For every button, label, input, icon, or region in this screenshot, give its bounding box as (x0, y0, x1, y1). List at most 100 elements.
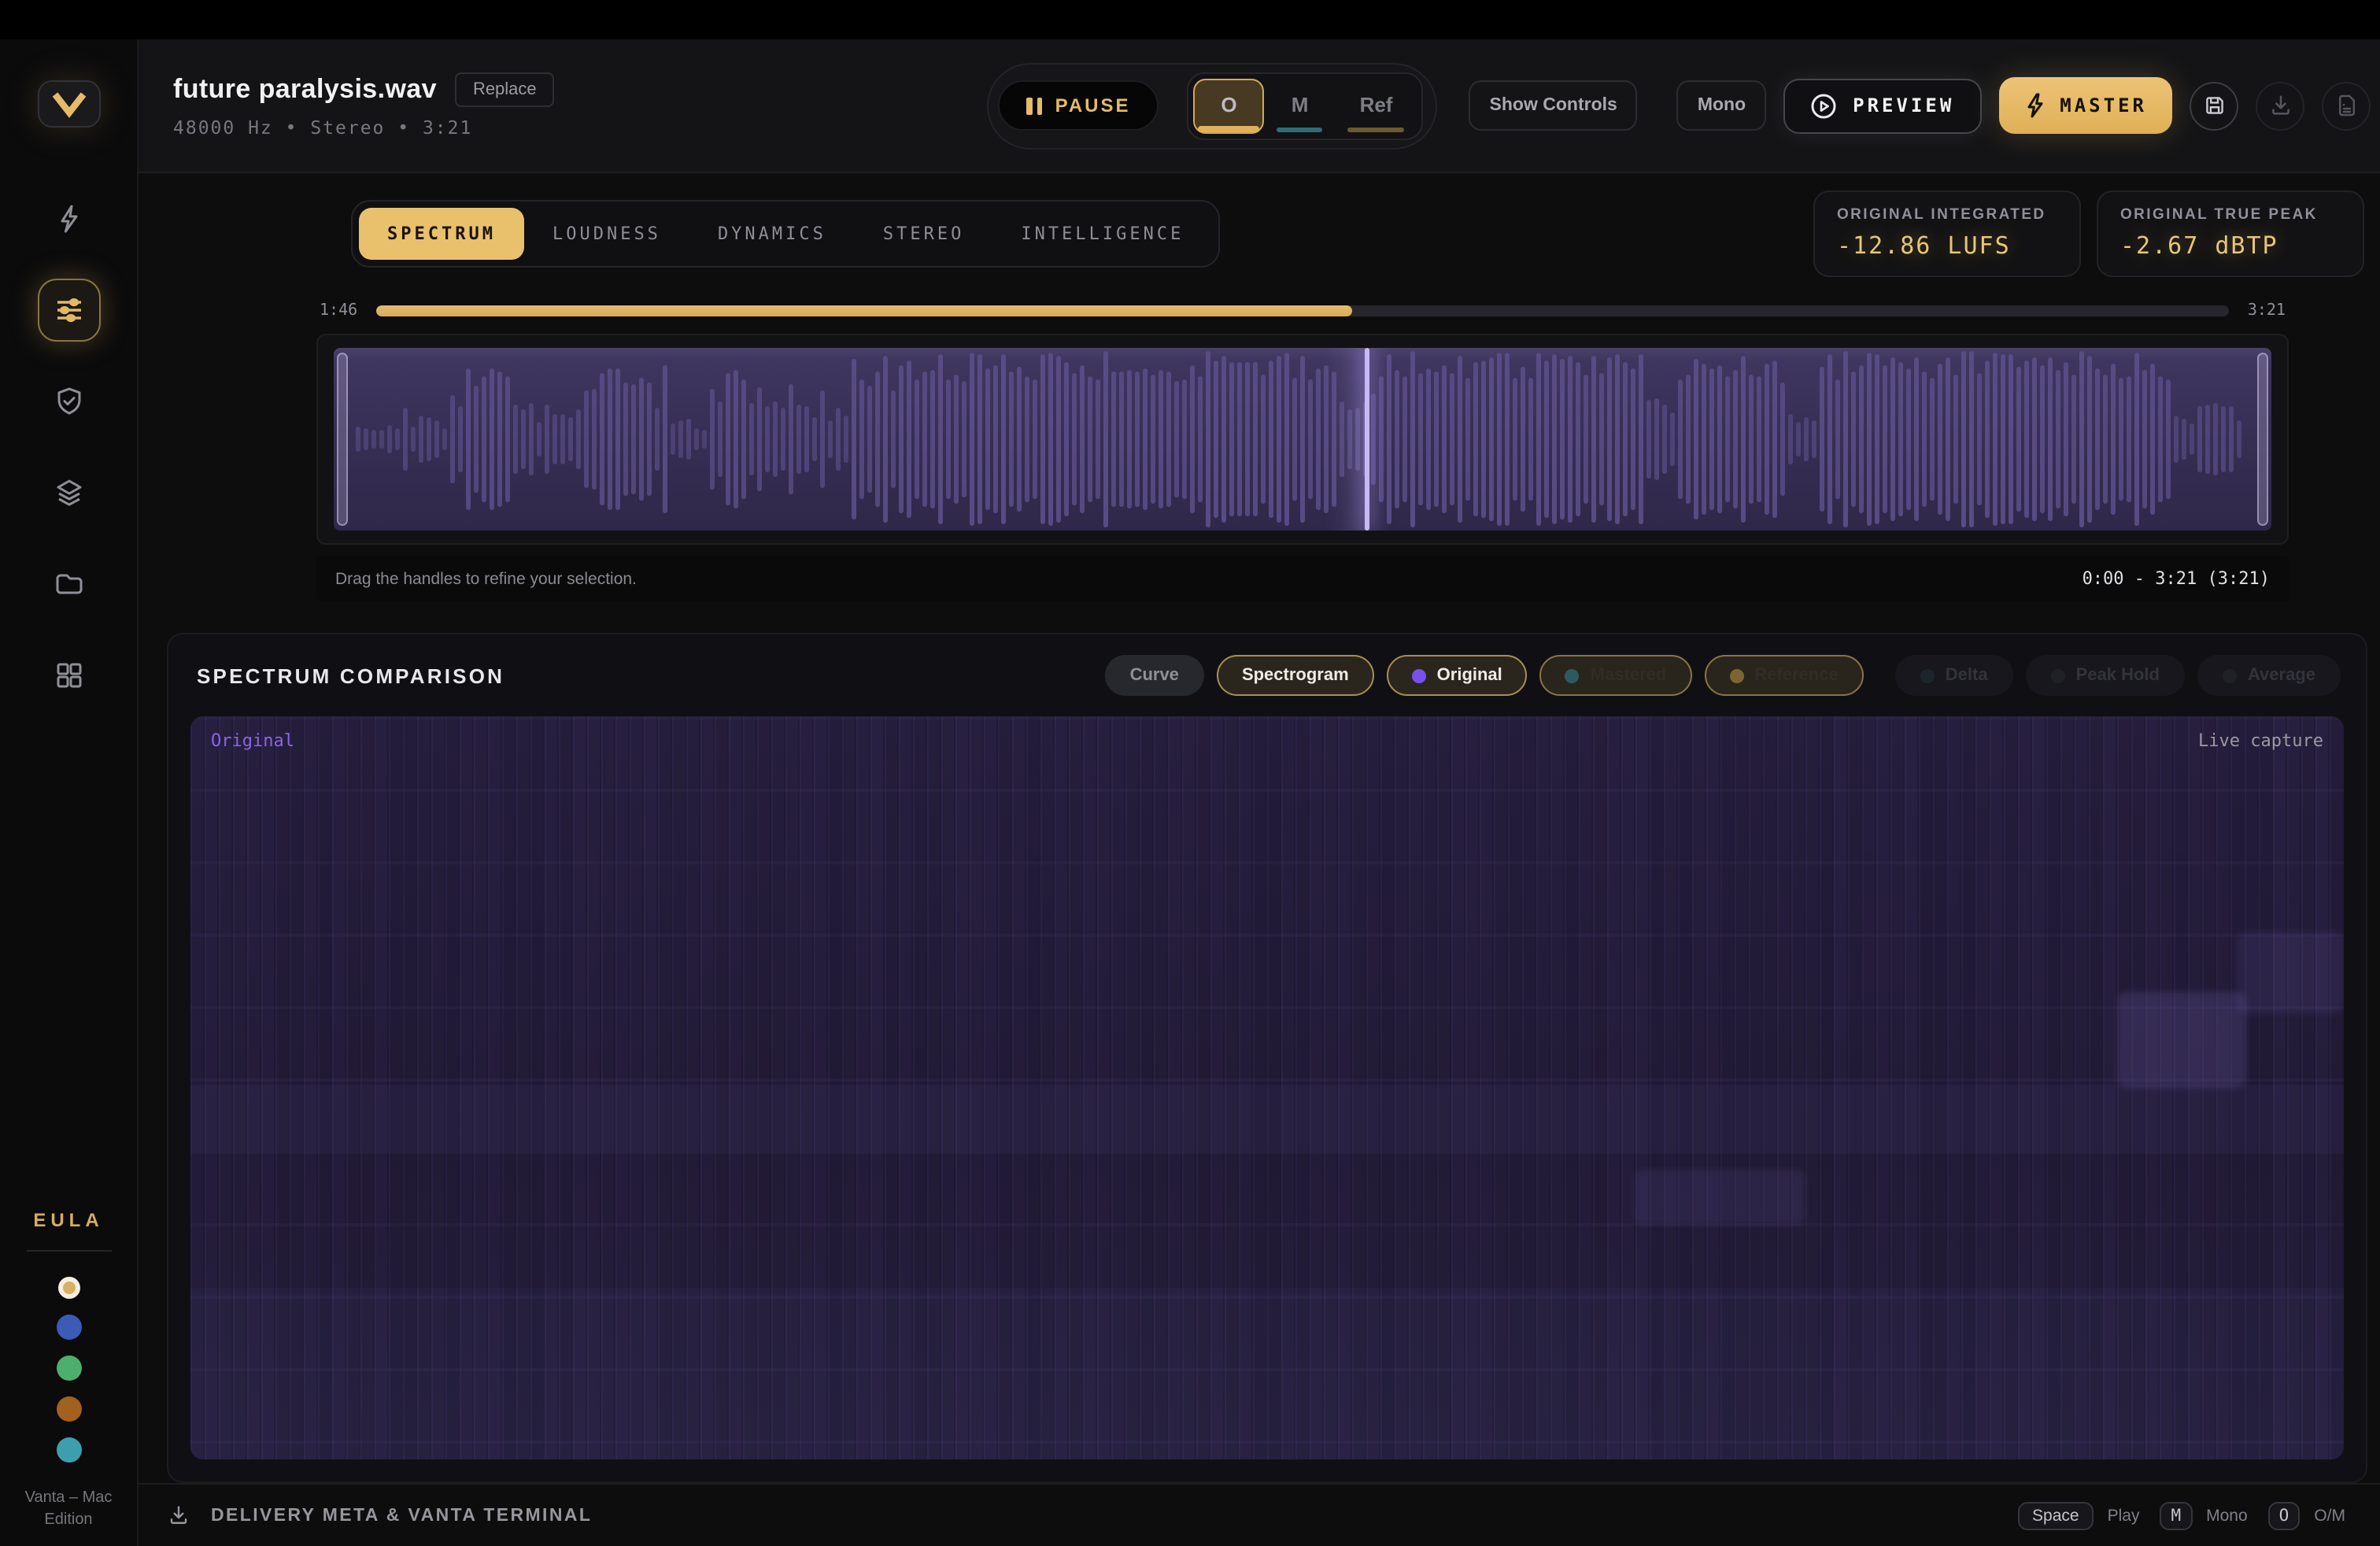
sidebar-item-license[interactable] (37, 370, 100, 433)
overlay-delta-chip[interactable]: Delta (1895, 655, 2013, 696)
spectrogram-display: Original Live capture (190, 716, 2344, 1459)
sidebar-item-modules[interactable] (37, 644, 100, 707)
timeline: 1:46 3:21 (316, 302, 2289, 320)
overlay-peak-hold-chip[interactable]: Peak Hold (2026, 655, 2185, 696)
master-button[interactable]: MASTER (1998, 77, 2172, 134)
toggle-original[interactable]: O (1194, 78, 1265, 133)
overlay-average-chip[interactable]: Average (2197, 655, 2341, 696)
file-name: future paralysis.wav (173, 74, 437, 105)
save-button[interactable] (2190, 81, 2238, 130)
progress-bar[interactable] (376, 305, 2229, 316)
tab-spectrum[interactable]: SPECTRUM (359, 208, 524, 260)
show-controls-button[interactable]: Show Controls (1469, 80, 1638, 131)
progress-fill (376, 305, 1352, 316)
vanta-logo[interactable] (37, 80, 100, 128)
spectrogram-mode-label: Live capture (2198, 730, 2323, 751)
source-original-chip[interactable]: Original (1387, 655, 1528, 696)
average-dot-icon (2223, 668, 2237, 682)
palette-dot-green[interactable] (56, 1356, 81, 1381)
waveform-panel (316, 334, 2289, 545)
spectrum-controls: Curve Spectrogram Original Mastered (1105, 655, 2341, 696)
save-icon (2201, 93, 2227, 118)
tab-dynamics[interactable]: DYNAMICS (689, 208, 855, 260)
shield-check-icon (53, 386, 84, 417)
folder-icon (53, 568, 84, 600)
eula-link[interactable]: EULA (33, 1209, 103, 1231)
top-bar: future paralysis.wav Replace 48000 Hz • … (139, 39, 2380, 173)
tab-loudness[interactable]: LOUDNESS (524, 208, 689, 260)
sidebar-divider (26, 1250, 111, 1252)
selection-info-bar: Drag the handles to refine your selectio… (316, 556, 2289, 601)
replace-button[interactable]: Replace (456, 72, 554, 107)
download-icon (2267, 93, 2293, 118)
stat-original-true-peak: ORIGINAL TRUE PEAK -2.67 dBTP (2097, 190, 2364, 277)
sidebar-item-stems[interactable] (37, 461, 100, 524)
keyboard-shortcuts: Space Play M Mono O O/M (2018, 1501, 2352, 1529)
view-curve-button[interactable]: Curve (1105, 655, 1204, 696)
reference-dot-icon (1729, 668, 1743, 682)
v-logo-icon (50, 91, 87, 117)
waveform-section: 1:46 3:21 Drag the han (316, 302, 2289, 601)
pause-icon (1027, 97, 1043, 114)
spectrum-header: SPECTRUM COMPARISON Curve Spectrogram Or… (168, 634, 2366, 713)
sidebar-bottom: EULA Vanta – Mac Edition (0, 1209, 137, 1530)
selection-range: 0:00 - 3:21 (3:21) (2082, 568, 2270, 589)
spectrogram-bottom-band (190, 1289, 2344, 1459)
palette-dot-orange[interactable] (56, 1396, 81, 1422)
monitor-source-toggle: O M Ref (1188, 72, 1424, 139)
sidebar-item-quick-master[interactable] (37, 187, 100, 250)
delivery-meta-toggle[interactable]: DELIVERY META & VANTA TERMINAL (167, 1503, 592, 1527)
stat-original-integrated: ORIGINAL INTEGRATED -12.86 LUFS (1813, 190, 2081, 277)
playhead-glow (1325, 348, 1366, 531)
lightning-icon (2023, 93, 2046, 118)
main-area: future paralysis.wav Replace 48000 Hz • … (139, 39, 2380, 1546)
spectrogram-band (190, 1084, 2344, 1151)
source-mastered-chip[interactable]: Mastered (1540, 655, 1692, 696)
selection-handle-left[interactable] (337, 353, 348, 526)
peak-hold-dot-icon (2051, 668, 2065, 682)
palette-dot-teal[interactable] (56, 1437, 81, 1463)
view-spectrogram-button[interactable]: Spectrogram (1217, 655, 1374, 696)
mastered-dot-icon (1565, 668, 1580, 682)
analysis-tabs: SPECTRUM LOUDNESS DYNAMICS STEREO INTELL… (351, 200, 1220, 268)
analysis-tabs-row: SPECTRUM LOUDNESS DYNAMICS STEREO INTELL… (139, 173, 2380, 287)
original-dot-icon (1412, 668, 1426, 682)
toggle-reference[interactable]: Ref (1336, 78, 1417, 133)
pause-button[interactable]: PAUSE (999, 80, 1159, 131)
delta-dot-icon (1920, 668, 1935, 682)
download-icon (167, 1503, 190, 1527)
download-button[interactable] (2256, 81, 2304, 130)
sliders-icon (53, 294, 84, 326)
palette-dot-blue[interactable] (56, 1315, 81, 1340)
selection-handle-right[interactable] (2257, 353, 2268, 526)
toggle-original-indicator (1199, 125, 1260, 131)
tab-intelligence[interactable]: INTELLIGENCE (992, 208, 1212, 260)
source-reference-chip[interactable]: Reference (1704, 655, 1863, 696)
mono-button[interactable]: Mono (1677, 80, 1766, 131)
toggle-mastered[interactable]: M (1265, 78, 1336, 133)
play-circle-icon (1810, 92, 1837, 119)
key-o-label: O/M (2314, 1506, 2345, 1525)
report-button[interactable] (2322, 81, 2371, 130)
elapsed-time: 1:46 (320, 302, 357, 320)
spectrum-comparison-section: SPECTRUM COMPARISON Curve Spectrogram Or… (167, 633, 2367, 1483)
sidebar-item-mastering-controls[interactable] (37, 279, 100, 342)
key-m-label: Mono (2206, 1506, 2248, 1525)
sidebar-item-files[interactable] (37, 553, 100, 616)
edition-label: Vanta – Mac Edition (13, 1488, 124, 1530)
report-doc-icon (2334, 93, 2359, 118)
preview-button[interactable]: PREVIEW (1783, 78, 1981, 133)
waveform-display[interactable] (334, 348, 2271, 531)
key-space: Space (2018, 1501, 2094, 1529)
loudness-stats: ORIGINAL INTEGRATED -12.86 LUFS ORIGINAL… (1813, 190, 2364, 277)
footer-bar: DELIVERY META & VANTA TERMINAL Space Pla… (139, 1483, 2380, 1546)
palette-dot-gold[interactable] (57, 1277, 79, 1299)
sidebar-nav (37, 187, 100, 707)
header-actions: Show Controls Mono PREVIEW MASTER (1469, 77, 2371, 134)
sidebar: EULA Vanta – Mac Edition (0, 39, 139, 1546)
footer-title: DELIVERY META & VANTA TERMINAL (211, 1506, 592, 1525)
file-info: future paralysis.wav Replace 48000 Hz • … (173, 72, 554, 139)
key-space-label: Play (2108, 1506, 2140, 1525)
tab-stereo[interactable]: STEREO (855, 208, 993, 260)
key-o: O (2268, 1501, 2301, 1529)
